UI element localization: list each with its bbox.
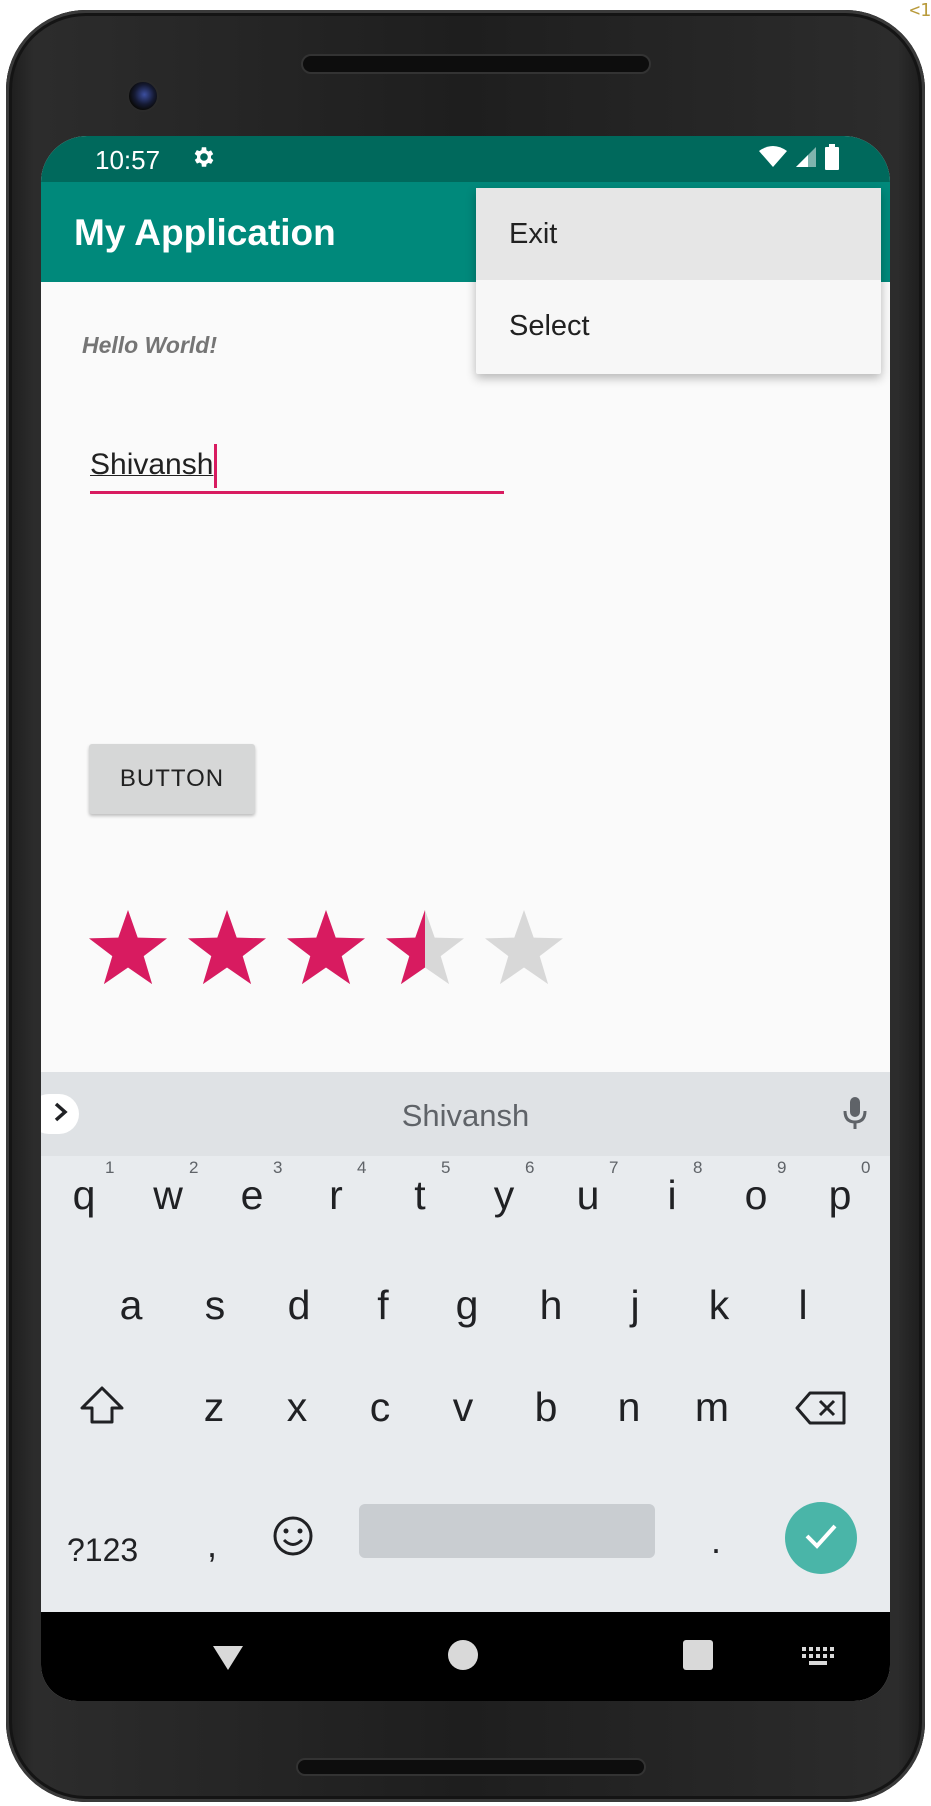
emoji-icon[interactable] xyxy=(271,1514,315,1563)
edit-text-value: Shivansh xyxy=(90,448,214,481)
navigation-bar xyxy=(41,1612,890,1701)
key-j[interactable]: j xyxy=(600,1282,670,1329)
key-d[interactable]: d xyxy=(264,1282,334,1329)
star-icon[interactable] xyxy=(186,909,268,991)
status-time: 10:57 xyxy=(95,145,161,175)
key-f[interactable]: f xyxy=(348,1282,418,1329)
key-hint-8: 8 xyxy=(693,1158,703,1177)
key-i[interactable]: i xyxy=(637,1172,707,1219)
app-title: My Application xyxy=(74,212,336,253)
front-camera xyxy=(127,80,159,112)
star-icon[interactable] xyxy=(87,909,169,991)
menu-item-select[interactable]: Select xyxy=(476,280,881,372)
space-bar[interactable] xyxy=(359,1504,655,1558)
keyboard-switch-icon[interactable] xyxy=(801,1646,835,1671)
soft-keyboard: Shivansh ?123 , . q1w 2 e 3 r 4 t 5 y 6 … xyxy=(41,1072,890,1612)
overflow-menu: Exit Select xyxy=(476,188,881,374)
key-p[interactable]: p xyxy=(805,1172,875,1219)
key-hint-3: 3 xyxy=(273,1158,283,1177)
key-z[interactable]: z xyxy=(179,1384,249,1431)
key-g[interactable]: g xyxy=(432,1282,502,1329)
key-u[interactable]: u xyxy=(553,1172,623,1219)
button[interactable]: BUTTON xyxy=(89,744,255,814)
key-w[interactable]: w xyxy=(133,1172,203,1219)
back-icon[interactable] xyxy=(211,1644,245,1677)
comma-key[interactable]: , xyxy=(207,1524,217,1566)
key-y[interactable]: y xyxy=(469,1172,539,1219)
key-hint-9: 9 xyxy=(777,1158,787,1177)
key-hint-1: 1 xyxy=(105,1158,115,1177)
status-icons xyxy=(758,144,840,175)
checkmark-icon xyxy=(803,1522,839,1555)
backspace-icon[interactable] xyxy=(794,1390,848,1431)
star-icon[interactable] xyxy=(483,909,565,991)
key-v[interactable]: v xyxy=(428,1384,498,1431)
key-q[interactable]: q xyxy=(49,1172,119,1219)
key-t[interactable]: t xyxy=(385,1172,455,1219)
menu-item-exit[interactable]: Exit xyxy=(476,188,881,280)
device-screen: 10:57 My Application Hello World! Shivan… xyxy=(41,136,890,1701)
bottom-speaker-grille xyxy=(296,1758,646,1776)
key-s[interactable]: s xyxy=(180,1282,250,1329)
phone-frame: <1 10:57 My Application Hello World! Shi… xyxy=(0,0,931,1806)
main-content: Hello World! Shivansh BUTTON xyxy=(41,282,890,1207)
key-e[interactable]: e xyxy=(217,1172,287,1219)
battery-icon xyxy=(824,144,840,175)
key-hint-5: 5 xyxy=(441,1158,451,1177)
enter-button[interactable] xyxy=(785,1502,857,1574)
key-hint-6: 6 xyxy=(525,1158,535,1177)
gear-icon xyxy=(191,144,217,177)
period-key[interactable]: . xyxy=(711,1520,721,1562)
star-icon[interactable] xyxy=(285,909,367,991)
top-speaker-grille xyxy=(301,54,651,74)
star-icon[interactable] xyxy=(384,909,466,991)
key-n[interactable]: n xyxy=(594,1384,664,1431)
key-r[interactable]: r xyxy=(301,1172,371,1219)
name-edit-text[interactable]: Shivansh xyxy=(90,444,504,494)
key-x[interactable]: x xyxy=(262,1384,332,1431)
text-cursor xyxy=(214,444,217,488)
suggestion-word[interactable]: Shivansh xyxy=(41,1098,890,1134)
shift-icon[interactable] xyxy=(77,1384,127,1431)
microphone-icon[interactable] xyxy=(842,1096,868,1137)
symbols-key[interactable]: ?123 xyxy=(67,1532,138,1569)
key-b[interactable]: b xyxy=(511,1384,581,1431)
hello-text: Hello World! xyxy=(82,332,218,358)
wifi-icon xyxy=(758,145,788,174)
key-hint-7: 7 xyxy=(609,1158,619,1177)
key-h[interactable]: h xyxy=(516,1282,586,1329)
suggestion-strip: Shivansh xyxy=(41,1072,890,1156)
key-c[interactable]: c xyxy=(345,1384,415,1431)
recents-icon[interactable] xyxy=(683,1640,713,1670)
key-k[interactable]: k xyxy=(684,1282,754,1329)
key-m[interactable]: m xyxy=(677,1384,747,1431)
signal-icon xyxy=(794,145,818,174)
key-hint-0: 0 xyxy=(861,1158,871,1177)
corner-fragment: <1 xyxy=(909,0,931,21)
key-hint-4: 4 xyxy=(357,1158,367,1177)
home-icon[interactable] xyxy=(448,1640,478,1670)
status-bar: 10:57 xyxy=(41,136,890,182)
key-a[interactable]: a xyxy=(96,1282,166,1329)
key-o[interactable]: o xyxy=(721,1172,791,1219)
key-l[interactable]: l xyxy=(768,1282,838,1329)
key-hint-2: 2 xyxy=(189,1158,199,1177)
